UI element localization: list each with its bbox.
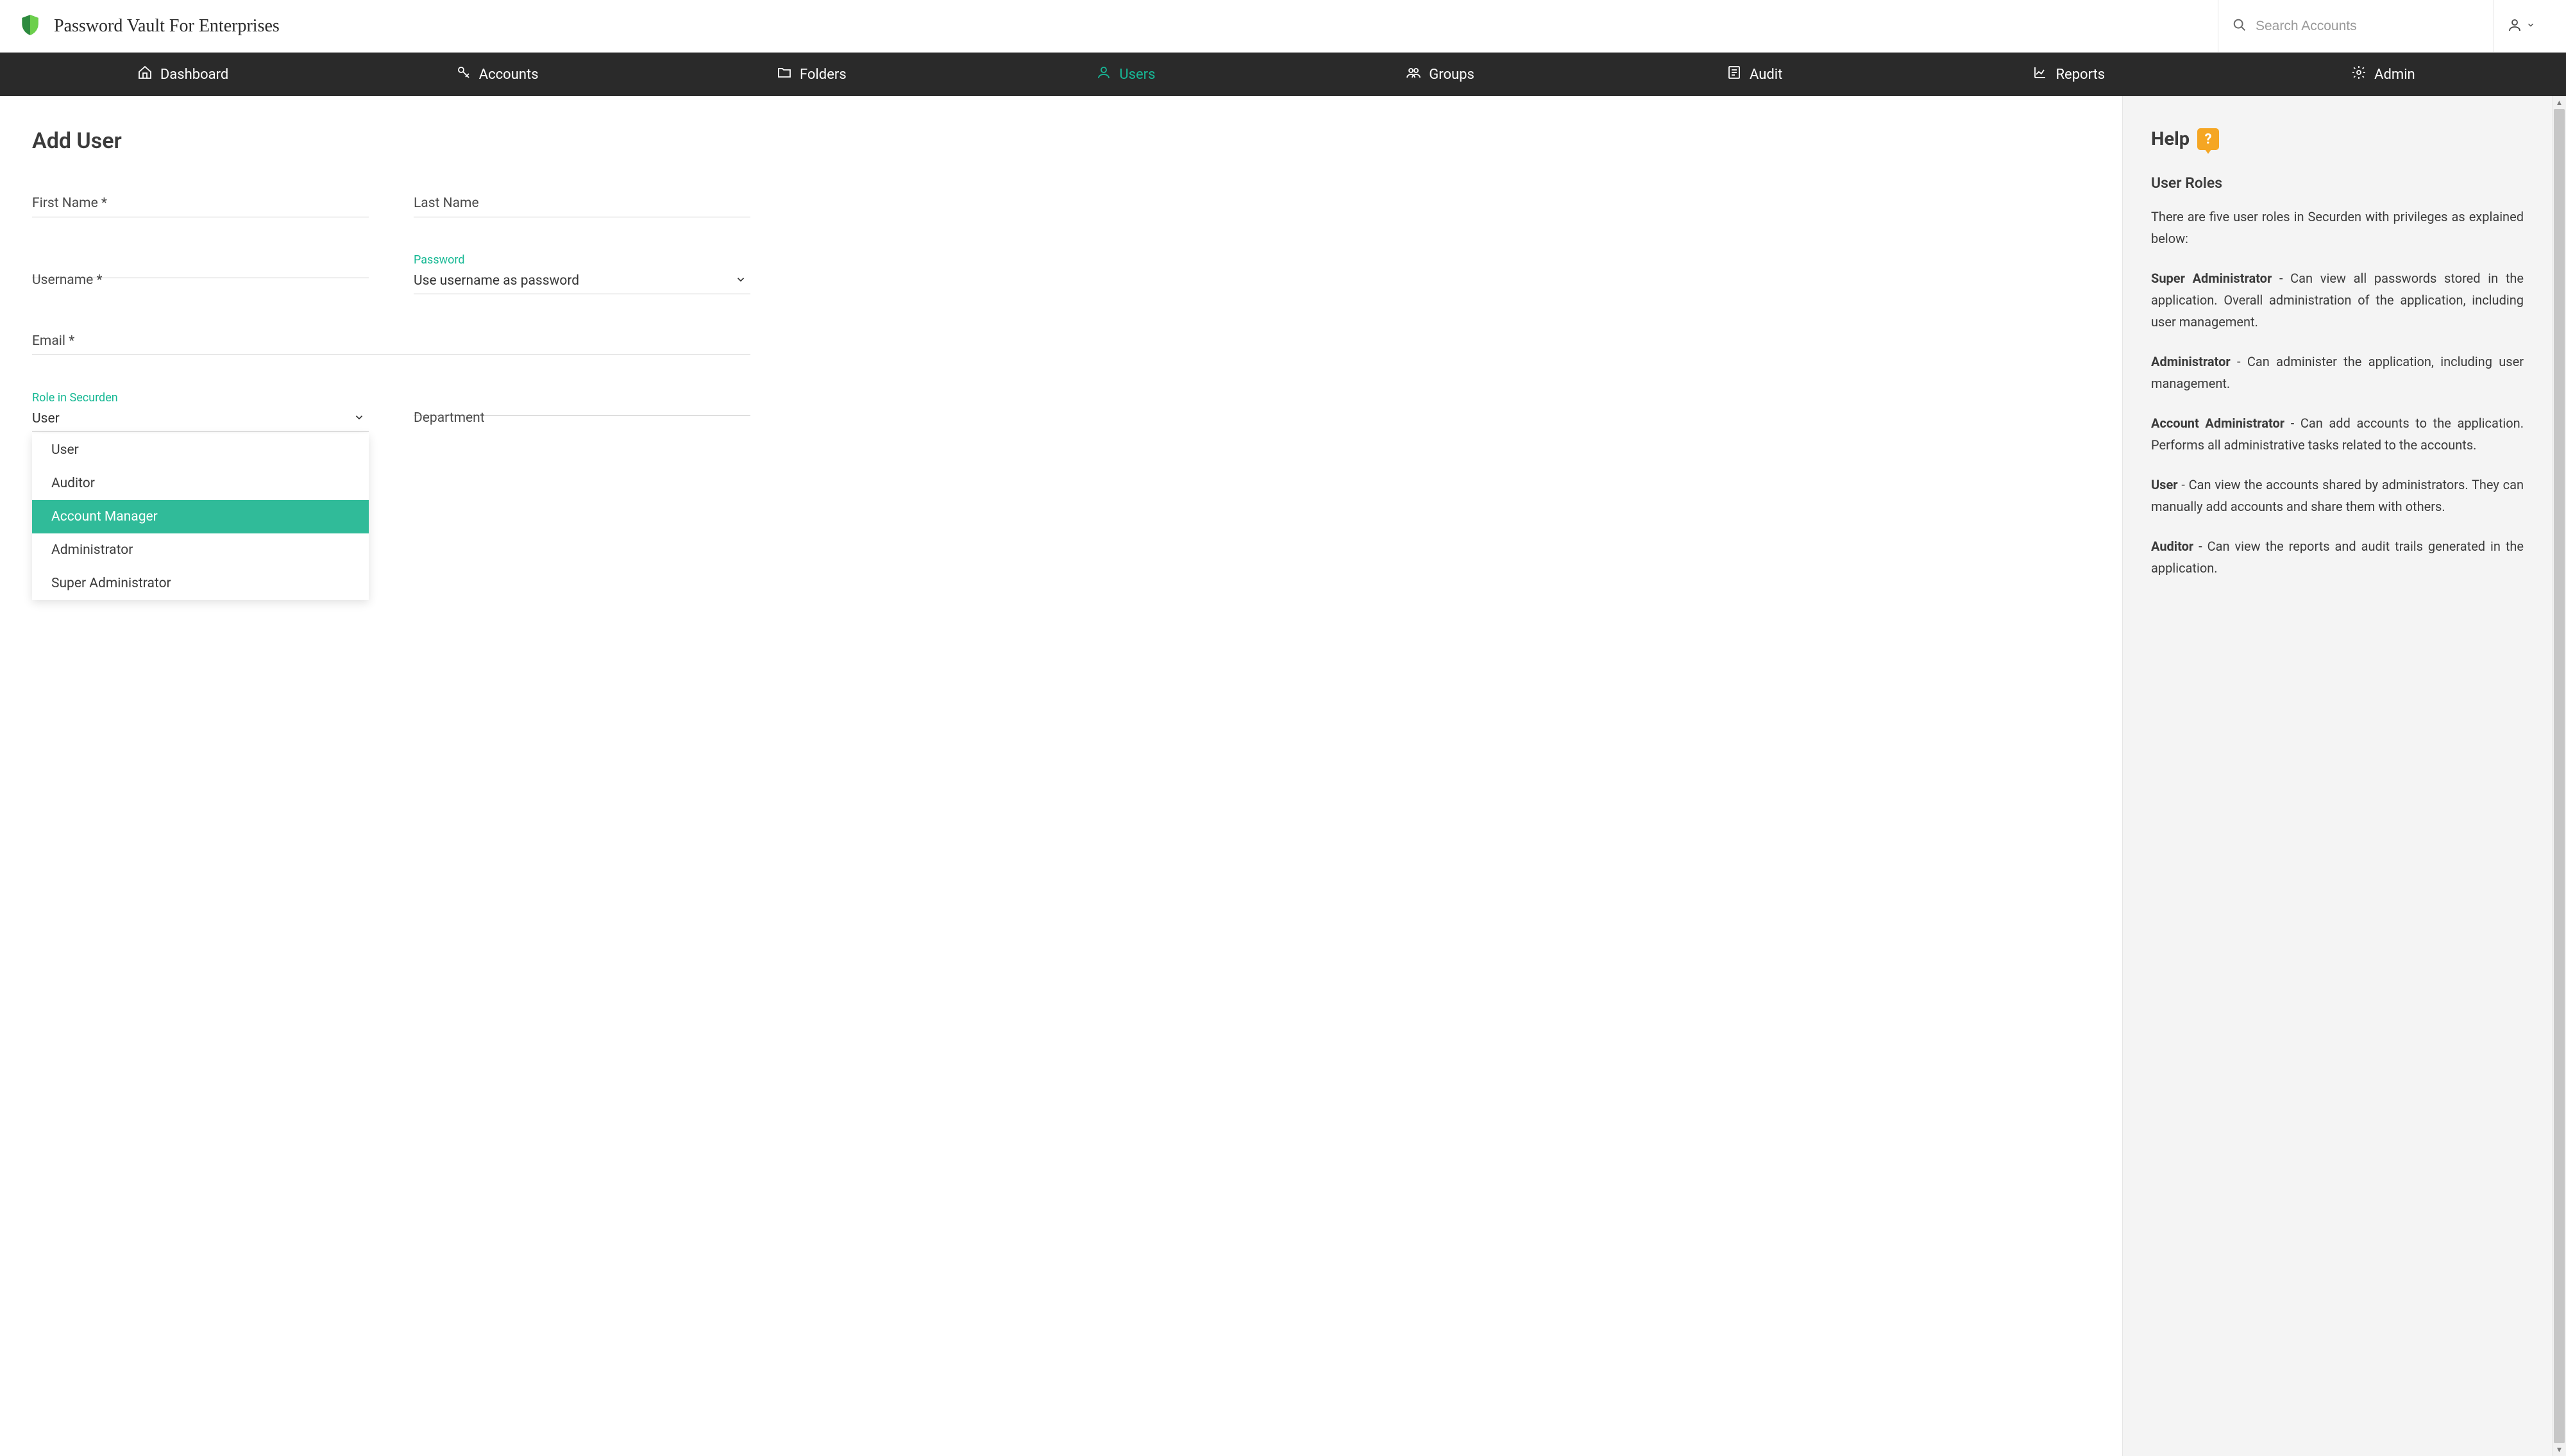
nav-label: Reports [2055, 67, 2105, 83]
user-icon [1096, 65, 1111, 84]
help-subtitle: User Roles [2151, 174, 2524, 192]
nav-label: Dashboard [160, 67, 228, 83]
main-nav: Dashboard Accounts Folders Users Groups [0, 53, 2566, 96]
help-role-name: Auditor [2151, 539, 2193, 554]
password-label: Password [414, 253, 750, 267]
help-panel: Help ? User Roles There are five user ro… [2122, 96, 2552, 1456]
key-icon [456, 65, 471, 84]
email-input[interactable] [32, 330, 750, 355]
app-title: Password Vault For Enterprises [54, 16, 280, 37]
department-field: Department [414, 391, 750, 432]
folder-icon [777, 65, 792, 84]
role-field: Role in Securden User User Auditor Accou… [32, 391, 369, 432]
department-input[interactable] [414, 391, 750, 416]
scroll-up-icon[interactable]: ▲ [2553, 96, 2566, 109]
last-name-field: Last Name [414, 192, 750, 217]
nav-admin[interactable]: Admin [2226, 53, 2540, 96]
nav-label: Users [1119, 67, 1155, 83]
last-name-input[interactable] [414, 192, 750, 217]
role-option-super-admin[interactable]: Super Administrator [32, 567, 369, 600]
help-intro: There are five user roles in Securden wi… [2151, 206, 2524, 249]
first-name-input[interactable] [32, 192, 369, 217]
audit-icon [1726, 65, 1742, 84]
password-value: Use username as password [414, 273, 579, 289]
scrollbar-thumb[interactable] [2554, 109, 2565, 1443]
email-field: Email * [32, 330, 750, 355]
nav-dashboard[interactable]: Dashboard [26, 53, 340, 96]
scroll-down-icon[interactable]: ▼ [2553, 1443, 2566, 1456]
help-role-name: User [2151, 477, 2178, 492]
help-title: Help [2151, 128, 2190, 150]
user-icon [2507, 17, 2522, 35]
scrollbar[interactable]: ▲ ▼ [2552, 96, 2566, 1456]
username-field: Username * [32, 253, 369, 294]
chevron-down-icon [735, 274, 747, 288]
username-input[interactable] [32, 253, 369, 278]
role-option-account-manager[interactable]: Account Manager [32, 500, 369, 533]
home-icon [137, 65, 153, 84]
role-option-administrator[interactable]: Administrator [32, 533, 369, 567]
search-input[interactable] [2256, 19, 2479, 34]
help-role-name: Administrator [2151, 354, 2231, 369]
help-role-name: Account Administrator [2151, 415, 2284, 431]
nav-audit[interactable]: Audit [1598, 53, 1912, 96]
nav-label: Admin [2374, 67, 2415, 83]
nav-folders[interactable]: Folders [654, 53, 968, 96]
role-dropdown: User Auditor Account Manager Administrat… [32, 433, 369, 600]
first-name-field: First Name * [32, 192, 369, 217]
gear-icon [2351, 65, 2367, 84]
role-select[interactable]: User [32, 408, 369, 432]
nav-label: Folders [800, 67, 847, 83]
role-value: User [32, 411, 60, 426]
nav-label: Audit [1750, 67, 1782, 83]
search-wrap[interactable] [2218, 0, 2494, 52]
topbar: Password Vault For Enterprises [0, 0, 2566, 53]
search-icon [2233, 18, 2247, 35]
nav-groups[interactable]: Groups [1283, 53, 1598, 96]
nav-reports[interactable]: Reports [1912, 53, 2226, 96]
chevron-down-icon [353, 412, 365, 426]
help-role-desc: - Can view the accounts shared by admini… [2151, 477, 2524, 514]
help-role-name: Super Administrator [2151, 271, 2272, 286]
logo-wrap: Password Vault For Enterprises [18, 13, 280, 40]
role-label: Role in Securden [32, 391, 369, 405]
nav-users[interactable]: Users [968, 53, 1283, 96]
role-option-auditor[interactable]: Auditor [32, 467, 369, 500]
help-role-desc: - Can view the reports and audit trails … [2151, 539, 2524, 576]
chevron-down-icon [2526, 20, 2535, 32]
page-title: Add User [32, 128, 2090, 154]
nav-label: Accounts [479, 67, 539, 83]
password-select[interactable]: Use username as password [414, 271, 750, 294]
nav-label: Groups [1429, 67, 1474, 83]
shield-logo-icon [18, 13, 42, 40]
role-option-user[interactable]: User [32, 433, 369, 467]
chart-icon [2032, 65, 2048, 84]
help-icon: ? [2197, 128, 2219, 150]
password-field: Password Use username as password [414, 253, 750, 294]
main-panel: Add User First Name * Last Name Username… [0, 96, 2122, 1456]
nav-accounts[interactable]: Accounts [340, 53, 654, 96]
groups-icon [1406, 65, 1421, 84]
help-body: There are five user roles in Securden wi… [2151, 206, 2524, 579]
profile-menu[interactable] [2494, 0, 2548, 52]
